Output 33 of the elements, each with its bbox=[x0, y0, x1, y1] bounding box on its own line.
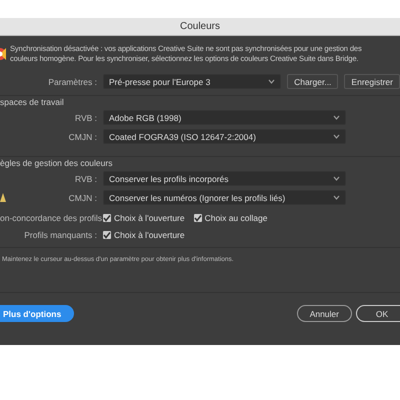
section-title: spaces de travail bbox=[0, 97, 65, 107]
dropdown[interactable]: Conserver les profils incorporés bbox=[103, 171, 346, 186]
chevron-icon bbox=[268, 79, 276, 84]
button[interactable]: Charger... bbox=[287, 74, 338, 89]
button[interactable]: OK bbox=[356, 305, 400, 322]
check-icon bbox=[103, 230, 111, 238]
check-icon bbox=[194, 214, 202, 222]
chevron-icon bbox=[333, 134, 340, 139]
checkbox[interactable] bbox=[103, 214, 111, 222]
chevron-icon bbox=[333, 115, 340, 120]
dropdown[interactable]: Conserver les numéros (Ignorer les profils liés) bbox=[103, 190, 346, 205]
button[interactable]: Annuler bbox=[296, 305, 352, 322]
checkbox-label[interactable]: Choix à l'ouverture bbox=[114, 212, 185, 222]
check-icon bbox=[103, 214, 111, 222]
field-label: RVB : bbox=[74, 174, 98, 184]
field-label: on-concordance des profils bbox=[0, 212, 101, 222]
field-label: RVB : bbox=[74, 112, 98, 122]
dropdown[interactable]: Adobe RGB (1998) bbox=[103, 110, 346, 125]
button[interactable]: Enregistrer bbox=[344, 74, 400, 89]
checkbox[interactable] bbox=[103, 230, 111, 238]
checkbox-label[interactable]: Choix au collage bbox=[204, 212, 268, 222]
dropdown[interactable]: Pré-presse pour l'Europe 3 bbox=[103, 74, 282, 89]
window-title: Couleurs bbox=[0, 18, 400, 36]
field-label: CMJN : bbox=[68, 192, 98, 202]
chevron-icon bbox=[333, 176, 340, 181]
field-label: Profils manquants : bbox=[23, 230, 98, 240]
field-label: Paramètres : bbox=[47, 76, 98, 86]
section-title: ègles de gestion des couleurs bbox=[0, 158, 114, 168]
chevron-icon bbox=[333, 195, 340, 200]
checkbox[interactable] bbox=[194, 214, 202, 222]
dropdown[interactable]: Coated FOGRA39 (ISO 12647-2:2004) bbox=[103, 129, 346, 144]
checkbox-label[interactable]: Choix à l'ouverture bbox=[114, 230, 185, 240]
field-label: CMJN : bbox=[68, 132, 98, 142]
